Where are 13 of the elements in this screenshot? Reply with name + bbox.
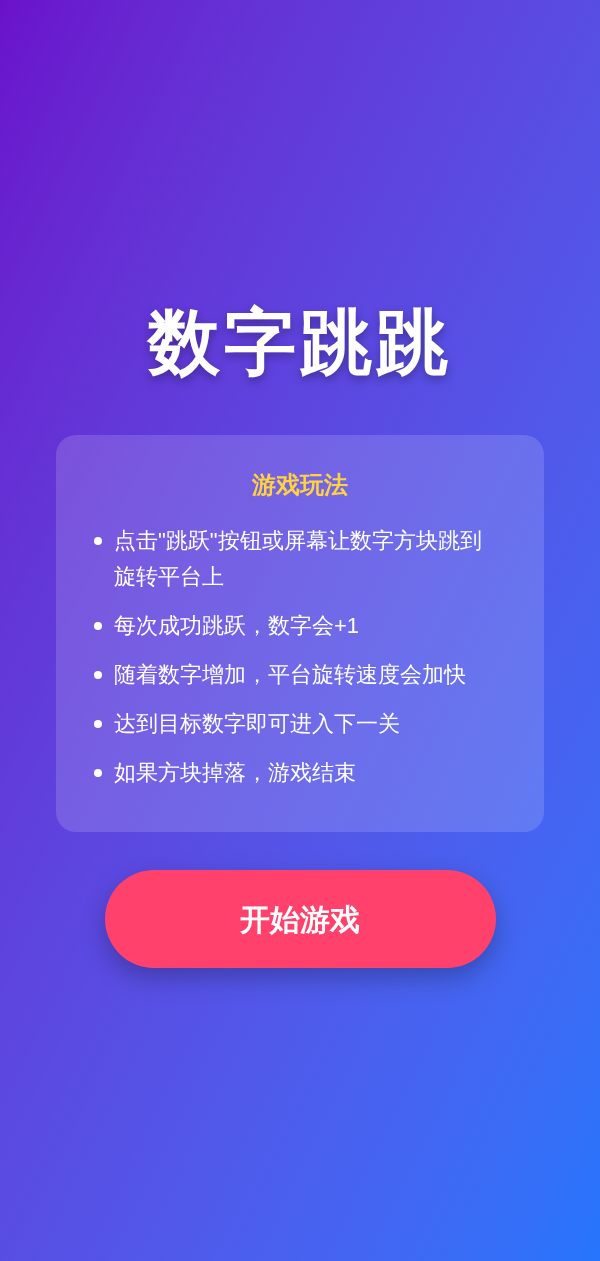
rule-text: 点击"跳跃"按钮或屏幕让数字方块跳到旋转平台上 [114,527,483,591]
bullet-icon [94,769,102,777]
rules-heading: 游戏玩法 [252,470,348,500]
bullet-icon [94,720,102,728]
bullet-icon [94,622,102,630]
start-game-button[interactable]: 开始游戏 [104,870,496,968]
rule-text: 每次成功跳跃，数字会+1 [114,612,361,640]
rule-text: 随着数字增加，平台旋转速度会加快 [114,661,467,689]
game-title: 数字跳跳 [148,301,452,384]
bullet-icon [94,537,102,545]
bullet-icon [94,671,102,679]
rule-text: 达到目标数字即可进入下一关 [114,710,401,738]
rule-text: 如果方块掉落，游戏结束 [114,759,357,787]
